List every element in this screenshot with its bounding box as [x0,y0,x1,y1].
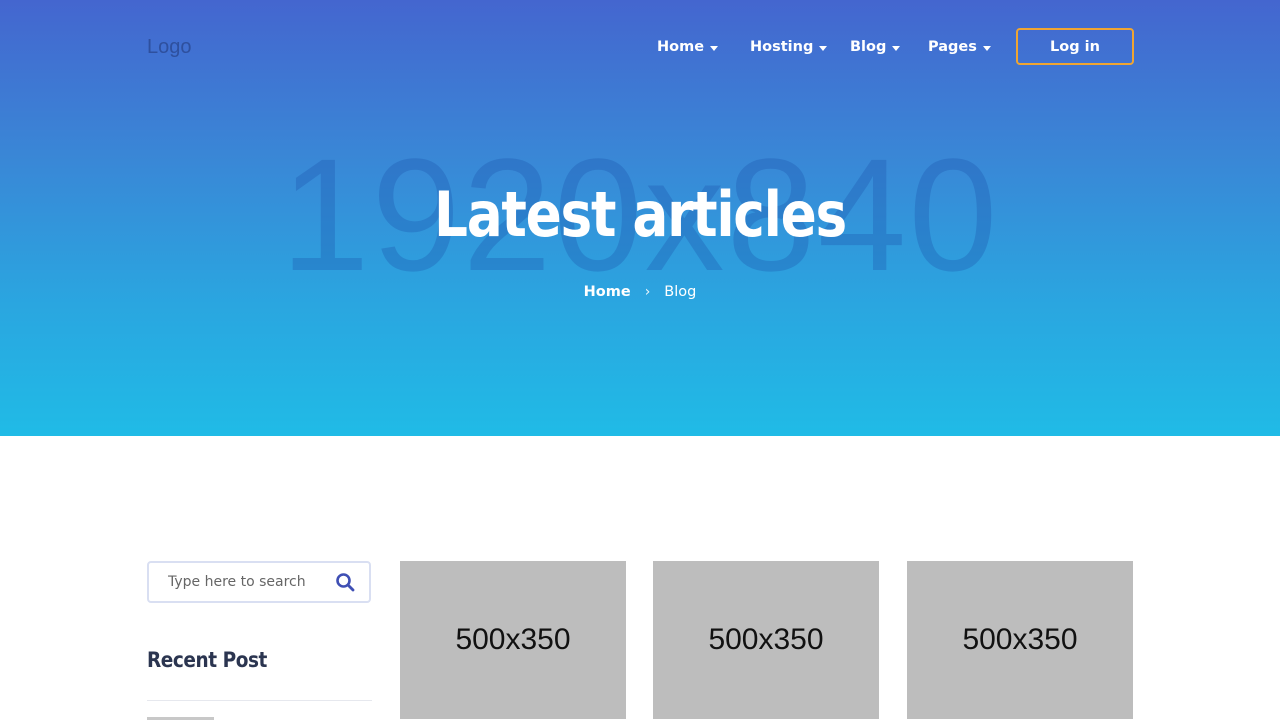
hero-banner: 1920x840 Logo Home Hosting Blog Pages Lo… [0,0,1280,436]
article-card-image[interactable]: 500x350 [400,561,626,719]
breadcrumb: Home › Blog [0,284,1280,300]
sidebar-divider [147,700,372,701]
page-title: Latest articles [434,178,847,251]
nav-item-label: Home [657,39,705,55]
nav-item-blog[interactable]: Blog [850,36,901,58]
article-card-image[interactable]: 500x350 [653,561,879,719]
chevron-right-icon: › [644,284,651,300]
nav-item-label: Blog [850,39,887,55]
nav-item-label: Hosting [750,39,814,55]
login-button[interactable]: Log in [1016,28,1134,65]
article-card-image[interactable]: 500x350 [907,561,1133,719]
breadcrumb-home-link[interactable]: Home [584,284,631,300]
nav-item-pages[interactable]: Pages [928,36,991,58]
nav-item-home[interactable]: Home [657,36,719,58]
recent-post-heading: Recent Post [147,648,267,672]
search-icon[interactable] [335,572,355,592]
nav-item-hosting[interactable]: Hosting [750,36,828,58]
search-input[interactable] [166,573,335,591]
caret-down-icon [892,45,901,51]
nav-item-label: Pages [928,39,977,55]
caret-down-icon [710,45,719,51]
caret-down-icon [819,45,828,51]
breadcrumb-current: Blog [664,284,697,300]
search-box [147,561,371,603]
site-logo[interactable]: Logo [147,36,192,59]
caret-down-icon [982,45,991,51]
